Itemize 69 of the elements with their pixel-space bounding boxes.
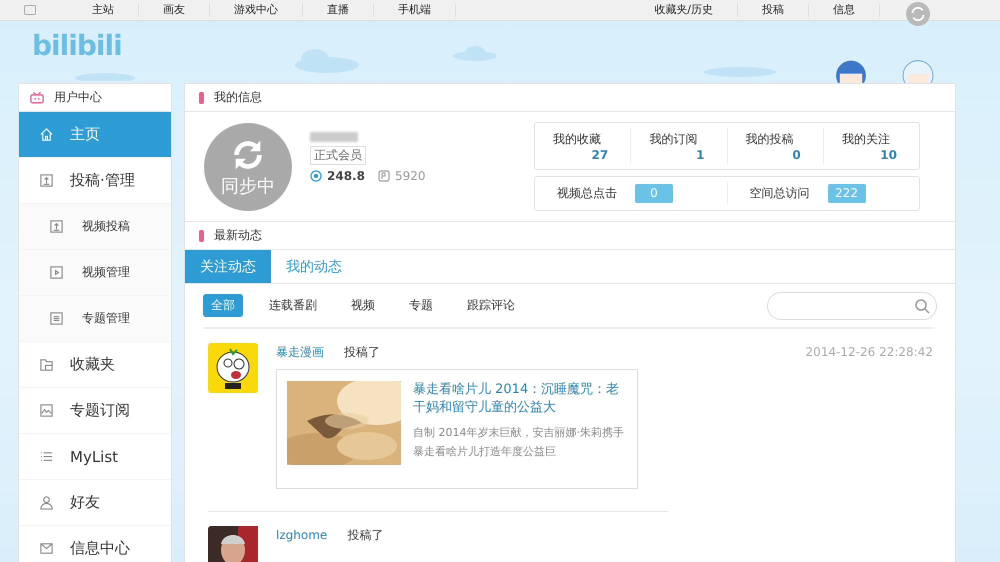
total-label: 空间总访问 [750, 185, 810, 202]
sidebar-title: 用户中心 [54, 89, 102, 106]
stat-label[interactable]: 我的投稿 [746, 130, 794, 148]
stat-label[interactable]: 我的关注 [842, 130, 890, 148]
section-marker [199, 230, 204, 242]
image-icon [39, 403, 54, 418]
coin-icon [310, 170, 322, 182]
action-text: 投稿了 [344, 344, 380, 360]
play-icon [49, 265, 64, 280]
total-label: 视频总点击 [557, 185, 617, 202]
person-icon [39, 495, 54, 510]
nav-link[interactable]: 投稿 [738, 3, 809, 17]
member-badge: 正式会员 [310, 146, 366, 165]
search-field[interactable] [767, 292, 937, 320]
video-description: 自制 2014年岁末巨献，安吉丽娜·朱莉携手暴走看啥片儿打造年度公益巨 [413, 425, 625, 460]
nav-link[interactable]: 直播 [303, 3, 374, 17]
user-link[interactable]: lzghome [276, 528, 328, 542]
mail-icon [39, 541, 54, 556]
home-icon [39, 127, 54, 142]
points-icon [378, 170, 390, 182]
nav-link[interactable]: 手机端 [374, 3, 456, 17]
cloud-drawing [704, 67, 776, 77]
sidebar-item[interactable]: 专题订阅 [19, 388, 171, 434]
stat-value: 10 [880, 148, 897, 162]
section-title: 我的信息 [214, 89, 262, 106]
nav-link[interactable]: 主站 [68, 3, 139, 17]
sidebar-item[interactable]: 好友 [19, 480, 171, 526]
coin-count: 248.8 [327, 169, 365, 183]
stat-value: 1 [696, 148, 704, 162]
sidebar-item[interactable]: 视频投稿 [19, 204, 171, 250]
stat-label[interactable]: 我的收藏 [553, 130, 601, 148]
avatar-caption: 同步中 [221, 174, 275, 198]
nav-link[interactable]: 收藏夹/历史 [630, 3, 738, 17]
search-icon[interactable] [914, 298, 930, 314]
list-icon [39, 449, 54, 464]
filter-chip[interactable]: 跟踪评论 [459, 294, 523, 317]
total-count-badge: 222 [828, 184, 866, 203]
stat-value: 0 [792, 148, 801, 162]
folder-icon [39, 357, 54, 372]
blurred-username [310, 132, 358, 142]
filter-chip[interactable]: 专题 [401, 294, 441, 317]
sidebar-item[interactable]: 视频管理 [19, 250, 171, 296]
cloud-drawing [453, 45, 497, 61]
upload-icon [49, 219, 64, 234]
nav-link[interactable]: 信息 [809, 3, 880, 17]
action-text: 投稿了 [347, 526, 384, 544]
post-time: 2014-12-26 22:28:42 [806, 345, 933, 359]
user-link[interactable]: 暴走漫画 [276, 344, 324, 360]
cloud-drawing [295, 49, 359, 73]
sidebar-item[interactable]: 信息中心 [19, 526, 171, 562]
total-count-badge: 0 [635, 184, 673, 203]
video-title-link[interactable]: 暴走看啥片儿 2014：沉睡魔咒：老干妈和留守儿童的公益大 [413, 381, 627, 417]
upload-icon [39, 173, 54, 188]
sidebar-item[interactable]: 专题管理 [19, 296, 171, 342]
stat-label[interactable]: 我的订阅 [649, 130, 698, 148]
sidebar-item[interactable]: 收藏夹 [19, 342, 171, 388]
filter-chip[interactable]: 视频 [343, 294, 383, 317]
points-count: 5920 [394, 169, 426, 183]
section-title: 最新动态 [214, 227, 262, 244]
video-card[interactable]: 暴走看啥片儿 2014：沉睡魔咒：老干妈和留守儿童的公益大 自制 2014年岁末巨献，安吉丽娜·朱莉携手暴走看啥片儿打造年度公益巨 [276, 369, 638, 489]
filter-chip[interactable]: 连载番剧 [261, 294, 325, 317]
nav-link[interactable]: 游戏中心 [210, 3, 303, 17]
section-marker [199, 92, 204, 104]
sidebar-item[interactable]: MyList [19, 434, 171, 480]
nav-link[interactable]: 画友 [139, 3, 210, 17]
doc-icon [49, 311, 64, 326]
cloud-drawing [75, 71, 135, 81]
stat-value: 27 [592, 148, 608, 162]
user-avatar-icon[interactable] [906, 2, 930, 26]
